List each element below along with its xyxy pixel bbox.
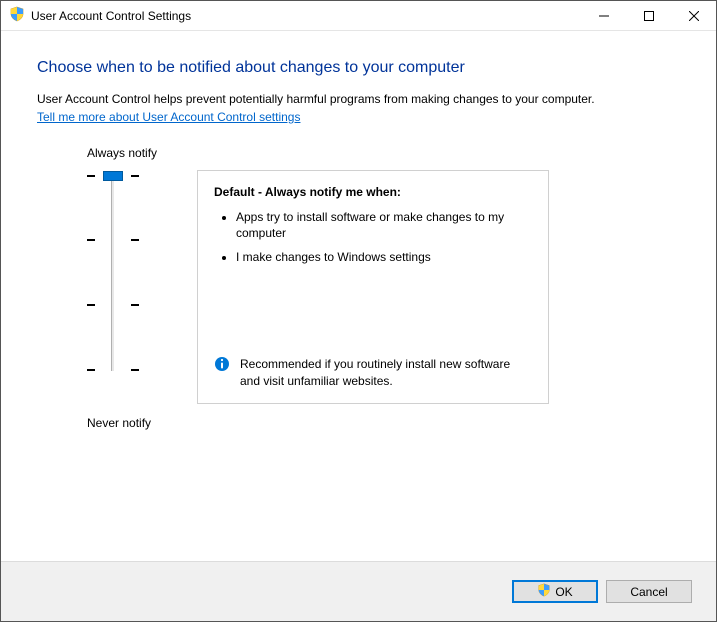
- slider-top-label: Always notify: [87, 146, 680, 160]
- slider-tick: [87, 239, 139, 241]
- close-button[interactable]: [671, 1, 716, 30]
- window-title: User Account Control Settings: [31, 9, 191, 23]
- content-area: Choose when to be notified about changes…: [1, 31, 716, 430]
- ok-button[interactable]: OK: [512, 580, 598, 603]
- cancel-button[interactable]: Cancel: [606, 580, 692, 603]
- cancel-button-label: Cancel: [630, 585, 667, 599]
- ok-button-label: OK: [555, 585, 572, 599]
- minimize-button[interactable]: [581, 1, 626, 30]
- slider-bottom-label: Never notify: [87, 416, 680, 430]
- recommendation-text: Recommended if you routinely install new…: [240, 356, 532, 388]
- slider-tick: [87, 304, 139, 306]
- maximize-button[interactable]: [626, 1, 671, 30]
- description-bullet: Apps try to install software or make cha…: [236, 209, 532, 241]
- learn-more-link[interactable]: Tell me more about User Account Control …: [37, 110, 300, 124]
- page-heading: Choose when to be notified about changes…: [37, 59, 680, 77]
- shield-icon: [9, 6, 25, 25]
- info-icon: [214, 356, 230, 372]
- footer: OK Cancel: [1, 561, 716, 621]
- shield-icon: [537, 583, 551, 600]
- slider-thumb[interactable]: [103, 171, 123, 181]
- description-panel: Default - Always notify me when: Apps tr…: [197, 170, 549, 404]
- titlebar: User Account Control Settings: [1, 1, 716, 31]
- slider-track: [111, 175, 115, 371]
- notification-slider[interactable]: [87, 170, 139, 376]
- slider-tick: [87, 369, 139, 371]
- intro-text: User Account Control helps prevent poten…: [37, 91, 680, 108]
- description-bullet: I make changes to Windows settings: [236, 249, 532, 265]
- description-title: Default - Always notify me when:: [214, 185, 532, 199]
